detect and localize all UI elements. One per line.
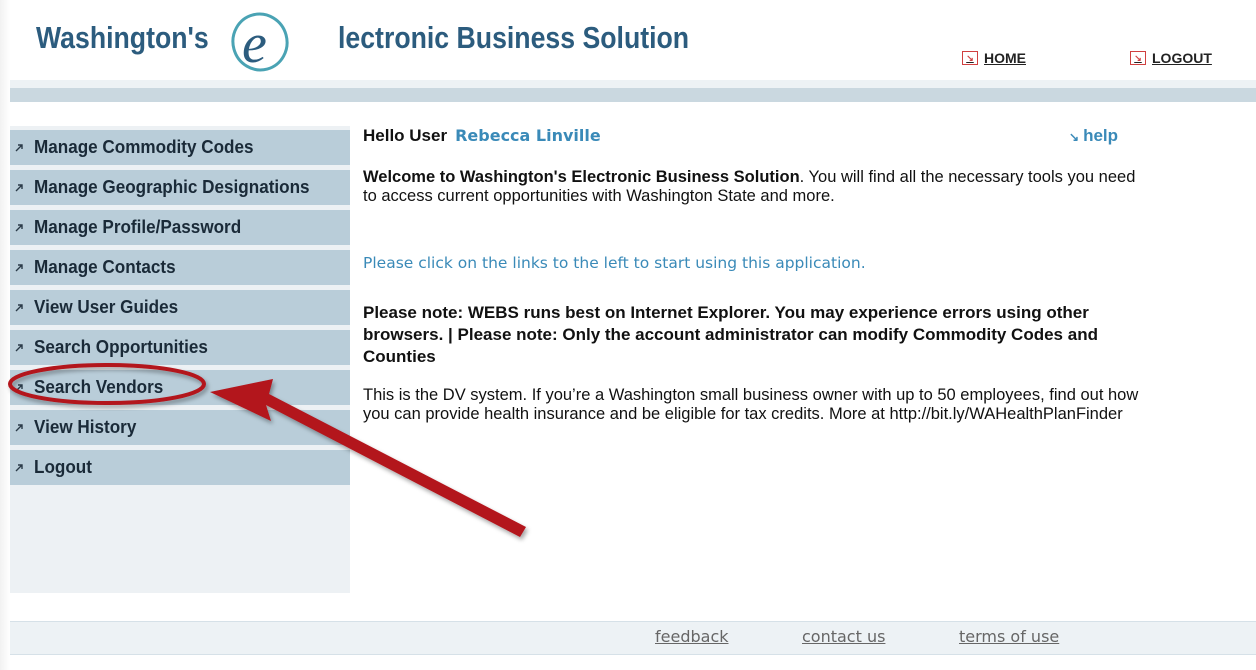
welcome-bold: Welcome to Washington's Electronic Busin…	[363, 168, 800, 186]
arrow-up-right-icon	[12, 221, 26, 235]
sidebar: Manage Commodity Codes Manage Geographic…	[10, 126, 350, 593]
logout-link[interactable]: ↘ LOGOUT	[1130, 50, 1212, 66]
sidebar-item-view-history[interactable]: View History	[10, 410, 350, 445]
sidebar-item-manage-geographic-designations[interactable]: Manage Geographic Designations	[10, 170, 350, 205]
sidebar-item-manage-commodity-codes[interactable]: Manage Commodity Codes	[10, 130, 350, 165]
page: Washington's e lectronic Business Soluti…	[10, 8, 1256, 670]
arrow-up-right-icon	[12, 181, 26, 195]
contact-us-link[interactable]: contact us	[802, 627, 885, 646]
sidebar-item-label: Manage Contacts	[34, 257, 176, 277]
arrow-up-right-icon	[12, 461, 26, 475]
arrow-down-right-icon: ↘	[1069, 130, 1080, 144]
sidebar-item-manage-profile-password[interactable]: Manage Profile/Password	[10, 210, 350, 245]
dv-system-message: This is the DV system. If you’re a Washi…	[363, 386, 1139, 423]
header-divider	[10, 80, 1256, 88]
logout-link-label: LOGOUT	[1152, 50, 1212, 66]
instruction-message: Please click on the links to the left to…	[363, 254, 866, 272]
terms-of-use-link[interactable]: terms of use	[959, 627, 1059, 646]
sidebar-item-label: Manage Commodity Codes	[34, 137, 254, 157]
help-link-label: help	[1083, 126, 1119, 145]
site-title: lectronic Business Solution	[338, 20, 690, 55]
browser-note: Please note: WEBS runs best on Internet …	[363, 303, 1098, 366]
page-shadow	[0, 0, 10, 670]
arrow-up-right-icon	[12, 301, 26, 315]
sidebar-item-label: Search Vendors	[34, 377, 164, 397]
arrow-up-right-icon	[12, 421, 26, 435]
user-name: Rebecca Linville	[455, 126, 601, 145]
logo-e-icon: e	[231, 12, 289, 74]
help-link[interactable]: ↘ help	[1069, 126, 1118, 146]
sidebar-item-label: View History	[34, 417, 137, 437]
arrow-up-right-icon	[12, 381, 26, 395]
sidebar-item-logout[interactable]: Logout	[10, 450, 350, 485]
feedback-link[interactable]: feedback	[655, 627, 729, 646]
footer: feedback contact us terms of use	[10, 621, 1256, 655]
header-band	[10, 88, 1256, 102]
sidebar-item-label: Search Opportunities	[34, 337, 208, 357]
sidebar-item-label: View User Guides	[34, 297, 179, 317]
site-header: Washington's e lectronic Business Soluti…	[10, 8, 1256, 80]
greeting-label: Hello User	[363, 126, 448, 145]
sidebar-item-label: Manage Profile/Password	[34, 217, 242, 237]
sidebar-item-label: Logout	[34, 457, 92, 477]
welcome-message: Welcome to Washington's Electronic Busin…	[363, 168, 1153, 206]
sidebar-item-manage-contacts[interactable]: Manage Contacts	[10, 250, 350, 285]
sidebar-item-search-opportunities[interactable]: Search Opportunities	[10, 330, 350, 365]
arrow-up-right-icon	[12, 141, 26, 155]
arrow-square-icon: ↘	[1130, 51, 1146, 65]
arrow-up-right-icon	[12, 261, 26, 275]
home-link[interactable]: ↘ HOME	[962, 50, 1026, 66]
arrow-square-icon: ↘	[962, 51, 978, 65]
sidebar-item-search-vendors[interactable]: Search Vendors	[10, 370, 350, 405]
sidebar-item-view-user-guides[interactable]: View User Guides	[10, 290, 350, 325]
greeting: Hello User Rebecca Linville	[363, 126, 601, 146]
site-title-prefix: Washington's	[36, 20, 209, 55]
logo-letter: e	[242, 13, 267, 74]
home-link-label: HOME	[984, 50, 1026, 66]
sidebar-item-label: Manage Geographic Designations	[34, 177, 310, 197]
arrow-up-right-icon	[12, 341, 26, 355]
